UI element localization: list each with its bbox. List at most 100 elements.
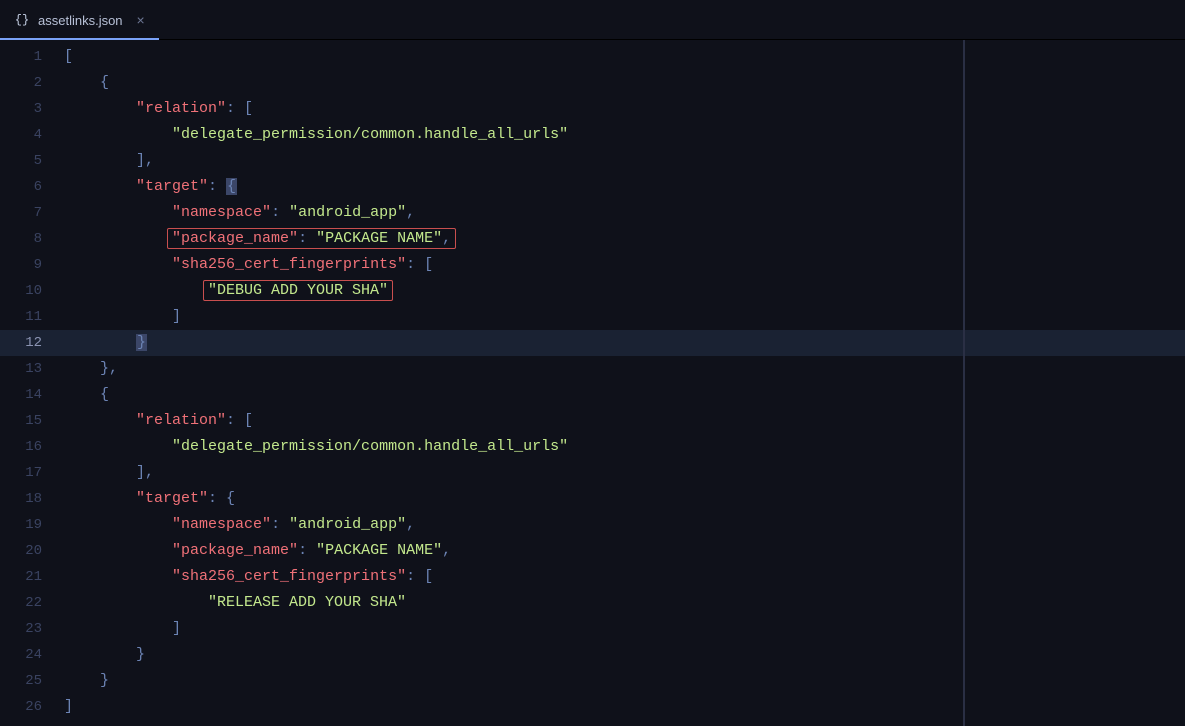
token: : (298, 542, 316, 559)
token: } (136, 334, 147, 351)
line-number: 2 (0, 70, 52, 96)
line-number: 25 (0, 668, 52, 694)
code-line[interactable]: ] (52, 304, 963, 330)
token: : { (208, 490, 235, 507)
token: "sha256_cert_fingerprints" (172, 256, 406, 273)
code-line[interactable]: "sha256_cert_fingerprints": [ (52, 252, 963, 278)
token: : (298, 230, 316, 247)
code-line[interactable]: { (52, 382, 963, 408)
token: , (442, 230, 451, 247)
line-number: 15 (0, 408, 52, 434)
token: { (226, 178, 237, 195)
line-number: 19 (0, 512, 52, 538)
token: "relation" (136, 100, 226, 117)
token: ] (64, 698, 73, 715)
line-number: 10 (0, 278, 52, 304)
token: : [ (226, 100, 253, 117)
close-icon[interactable]: × (137, 12, 145, 28)
code-line[interactable]: ] (52, 616, 963, 642)
token: "android_app" (289, 516, 406, 533)
token: "namespace" (172, 204, 271, 221)
token: "namespace" (172, 516, 271, 533)
editor-tabs: {} assetlinks.json × (0, 0, 1185, 40)
line-number: 21 (0, 564, 52, 590)
line-number: 7 (0, 200, 52, 226)
token: } (136, 646, 145, 663)
line-number-gutter: 1234567891011121314151617181920212223242… (0, 40, 52, 726)
token: "DEBUG ADD YOUR SHA" (208, 282, 388, 299)
code-line[interactable]: "namespace": "android_app", (52, 512, 963, 538)
token: "package_name" (172, 230, 298, 247)
code-line[interactable]: } (52, 668, 963, 694)
token: "relation" (136, 412, 226, 429)
line-number: 8 (0, 226, 52, 252)
code-line[interactable]: "package_name": "PACKAGE NAME", (52, 538, 963, 564)
line-number: 12 (0, 330, 52, 356)
token: [ (64, 48, 73, 65)
highlight-box: "DEBUG ADD YOUR SHA" (203, 280, 393, 301)
token: "target" (136, 490, 208, 507)
code-line[interactable]: "package_name": "PACKAGE NAME", (52, 226, 963, 252)
token: : (271, 204, 289, 221)
code-line[interactable]: } (52, 330, 963, 356)
code-line[interactable]: "relation": [ (52, 408, 963, 434)
code-line[interactable]: "target": { (52, 486, 963, 512)
code-line[interactable]: [ (52, 44, 963, 70)
token: , (406, 204, 415, 221)
token: { (100, 74, 109, 91)
code-line[interactable]: "sha256_cert_fingerprints": [ (52, 564, 963, 590)
token: ] (172, 308, 181, 325)
code-line[interactable]: ] (52, 694, 963, 720)
line-number: 18 (0, 486, 52, 512)
tab-filename: assetlinks.json (38, 13, 123, 28)
line-number: 23 (0, 616, 52, 642)
json-file-icon: {} (14, 13, 30, 27)
line-number: 6 (0, 174, 52, 200)
token: , (406, 516, 415, 533)
line-number: 20 (0, 538, 52, 564)
token: "android_app" (289, 204, 406, 221)
code-line[interactable]: ], (52, 148, 963, 174)
code-line[interactable]: { (52, 70, 963, 96)
code-area[interactable]: [ { "relation": [ "delegate_permission/c… (52, 40, 965, 726)
code-line[interactable]: "namespace": "android_app", (52, 200, 963, 226)
line-number: 22 (0, 590, 52, 616)
code-line[interactable]: } (52, 642, 963, 668)
token: ] (172, 620, 181, 637)
line-number: 14 (0, 382, 52, 408)
line-number: 26 (0, 694, 52, 720)
line-number: 11 (0, 304, 52, 330)
code-line[interactable]: "target": { (52, 174, 963, 200)
line-number: 17 (0, 460, 52, 486)
token: : (208, 178, 226, 195)
highlight-box: "package_name": "PACKAGE NAME", (167, 228, 456, 249)
line-number: 3 (0, 96, 52, 122)
token: : (271, 516, 289, 533)
token: "package_name" (172, 542, 298, 559)
token: ], (136, 464, 154, 481)
line-number: 5 (0, 148, 52, 174)
code-line[interactable]: "relation": [ (52, 96, 963, 122)
token: : [ (406, 568, 433, 585)
token: : [ (406, 256, 433, 273)
line-number: 13 (0, 356, 52, 382)
line-number: 16 (0, 434, 52, 460)
code-line[interactable]: "DEBUG ADD YOUR SHA" (52, 278, 963, 304)
token: "PACKAGE NAME" (316, 542, 442, 559)
line-number: 4 (0, 122, 52, 148)
code-line[interactable]: }, (52, 356, 963, 382)
code-line[interactable]: "delegate_permission/common.handle_all_u… (52, 434, 963, 460)
token: "delegate_permission/common.handle_all_u… (172, 438, 568, 455)
line-number: 24 (0, 642, 52, 668)
code-line[interactable]: "delegate_permission/common.handle_all_u… (52, 122, 963, 148)
code-line[interactable]: "RELEASE ADD YOUR SHA" (52, 590, 963, 616)
editor: 1234567891011121314151617181920212223242… (0, 40, 1185, 726)
tab-assetlinks[interactable]: {} assetlinks.json × (0, 0, 159, 39)
token: } (100, 672, 109, 689)
code-line[interactable]: ], (52, 460, 963, 486)
token: { (100, 386, 109, 403)
token: : [ (226, 412, 253, 429)
token: "target" (136, 178, 208, 195)
token: "PACKAGE NAME" (316, 230, 442, 247)
token: "RELEASE ADD YOUR SHA" (208, 594, 406, 611)
